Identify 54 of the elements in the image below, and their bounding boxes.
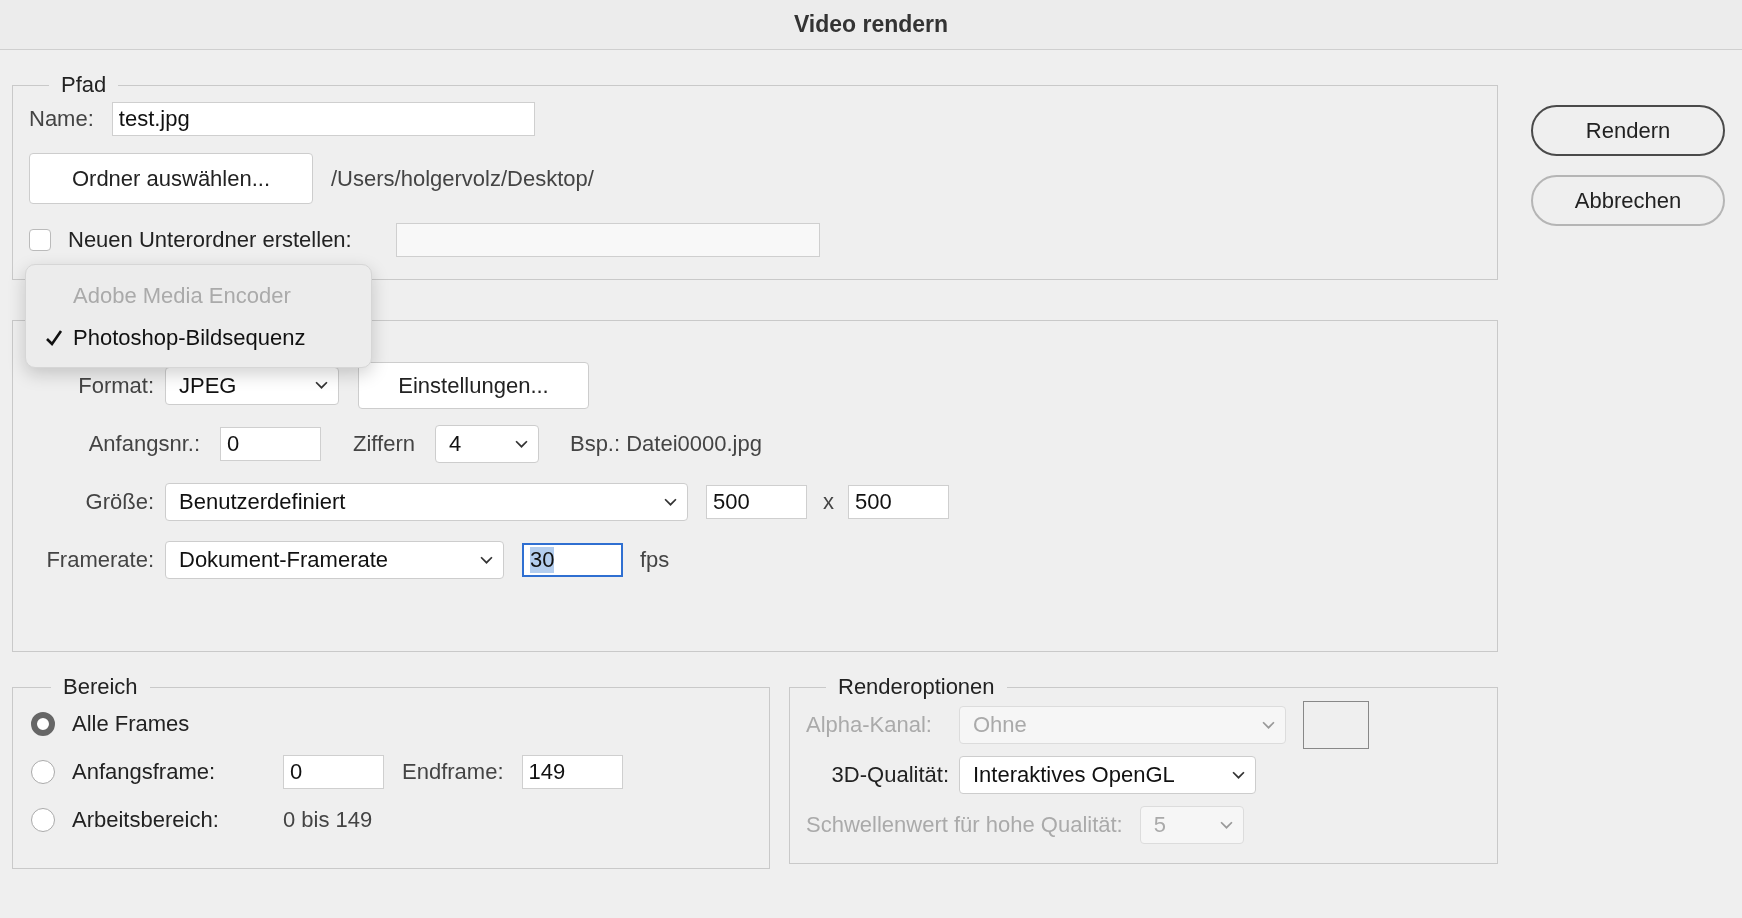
chevron-down-icon: [1219, 820, 1233, 830]
subfolder-field[interactable]: [395, 223, 820, 257]
quality-label: 3D-Qualität:: [830, 762, 949, 788]
chevron-down-icon: [514, 439, 528, 449]
start-number-field[interactable]: 0: [220, 427, 321, 461]
chevron-down-icon: [1232, 770, 1245, 780]
chevron-down-icon: [480, 555, 493, 565]
work-range: 0 bis 149: [283, 807, 373, 833]
digits-select[interactable]: 4: [434, 425, 539, 463]
group-title: Bereich: [62, 674, 139, 700]
name-field[interactable]: test.jpg: [111, 102, 535, 136]
digits-label: Ziffern: [353, 431, 415, 457]
radio-label: Alle Frames: [72, 711, 191, 737]
check-icon: [44, 328, 64, 348]
render-button[interactable]: Rendern: [1531, 105, 1725, 156]
format-label: Format:: [77, 372, 154, 399]
name-label: Name:: [29, 106, 94, 132]
window-title: Video rendern: [793, 11, 949, 38]
threshold-label: Schwellenwert für hohe Qualität:: [806, 812, 1123, 838]
chevron-down-icon: [315, 381, 328, 390]
choose-folder-button[interactable]: Ordner auswählen...: [29, 153, 313, 204]
subfolder-checkbox[interactable]: [29, 229, 51, 251]
group-title: Pfad: [60, 72, 108, 98]
width-field[interactable]: 500: [706, 485, 807, 519]
folder-path: /Users/holgervolz/Desktop/: [331, 165, 594, 192]
chevron-down-icon: [664, 497, 677, 507]
size-select[interactable]: Benutzerdefiniert: [165, 483, 688, 521]
settings-button[interactable]: Einstellungen...: [358, 362, 589, 409]
end-frame-field[interactable]: 149: [521, 755, 623, 789]
fps-unit: fps: [640, 547, 670, 573]
cancel-button[interactable]: Abbrechen: [1531, 175, 1725, 226]
radio-button[interactable]: [31, 712, 55, 736]
radio-label: Anfangsframe:: [72, 759, 217, 785]
chevron-down-icon: [1262, 720, 1275, 730]
radio-button[interactable]: [31, 760, 55, 784]
radio-label: Arbeitsbereich:: [72, 807, 220, 833]
framerate-select[interactable]: Dokument-Framerate: [165, 541, 504, 579]
start-number-label: Anfangsnr.:: [87, 431, 200, 457]
fps-field[interactable]: 30: [522, 543, 623, 577]
quality-select[interactable]: Interaktives OpenGL: [959, 756, 1256, 794]
start-frame-field[interactable]: 0: [283, 755, 384, 789]
group-title: Renderoptionen: [837, 674, 996, 700]
alpha-label: Alpha-Kanal:: [806, 712, 933, 738]
color-swatch[interactable]: [1303, 701, 1369, 749]
menu-item[interactable]: Photoshop-Bildsequenz: [26, 317, 371, 359]
framerate-label: Framerate:: [45, 547, 154, 573]
example-filename: Bsp.: Datei0000.jpg: [569, 431, 762, 457]
subfolder-label: Neuen Unterordner erstellen:: [68, 227, 352, 253]
radio-button[interactable]: [31, 808, 55, 832]
size-label: Größe:: [84, 489, 154, 515]
height-field[interactable]: 500: [848, 485, 949, 519]
times-sign: x: [823, 489, 834, 515]
format-select[interactable]: JPEG: [165, 366, 339, 405]
end-frame-label: Endframe:: [402, 759, 504, 785]
